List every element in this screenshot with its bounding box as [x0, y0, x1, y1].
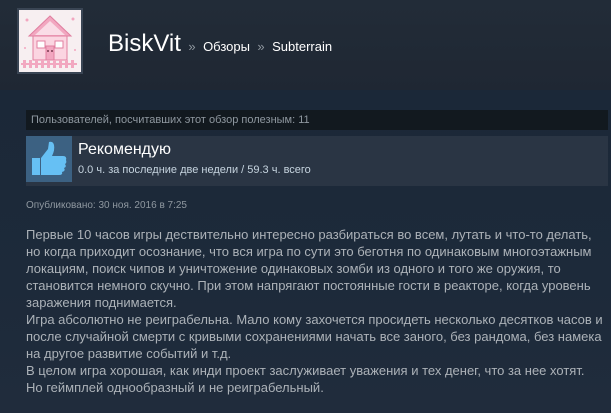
hours-played: 0.0 ч. за последние две недели / 59.3 ч.… [78, 164, 311, 176]
review-content: Пользователей, посчитавших этот обзор по… [0, 90, 611, 413]
review-line: Но геймплей однообразный и не реиграбель… [26, 380, 324, 395]
breadcrumb-separator: » [257, 39, 265, 54]
thumbs-up-icon [26, 136, 72, 182]
breadcrumb-separator: » [188, 39, 196, 54]
thumb-box [26, 136, 72, 182]
avatar[interactable] [17, 8, 83, 74]
posted-date: Опубликовано: 30 ноя. 2016 в 7:25 [26, 200, 187, 211]
review-line: но когда приходит осознание, что вся игр… [26, 244, 592, 259]
review-line: заражения поднимается. [26, 295, 177, 310]
review-line: Игра абсолютно не реиграбельна. Мало ком… [26, 312, 603, 327]
review-line: на другое развитие событий и т.д. [26, 346, 232, 361]
recommendation-box: Рекомендую 0.0 ч. за последние две недел… [26, 136, 608, 186]
profile-header: BiskVit » Обзоры » Subterrain [0, 0, 611, 90]
review-line: после случайной смерти с кривыми сохране… [26, 329, 602, 344]
pink-house-avatar-icon [19, 10, 81, 72]
review-text: Первые 10 часов игры дествительно интере… [26, 226, 606, 396]
review-line: В целом игра хорошая, как инди проект за… [26, 363, 585, 378]
breadcrumb-reviews-link[interactable]: Обзоры [203, 39, 250, 54]
breadcrumb: BiskVit » Обзоры » Subterrain [108, 30, 332, 58]
review-line: Первые 10 часов игры дествительно интере… [26, 227, 592, 242]
breadcrumb-game-link[interactable]: Subterrain [272, 39, 332, 54]
username-link[interactable]: BiskVit [108, 30, 181, 57]
review-line: локациям, поиск чипов и уничтожение один… [26, 261, 561, 276]
review-line: становится немного скучно. При этом напр… [26, 278, 591, 293]
recommendation-label: Рекомендую [78, 141, 172, 158]
helpful-count: Пользователей, посчитавших этот обзор по… [26, 110, 608, 130]
